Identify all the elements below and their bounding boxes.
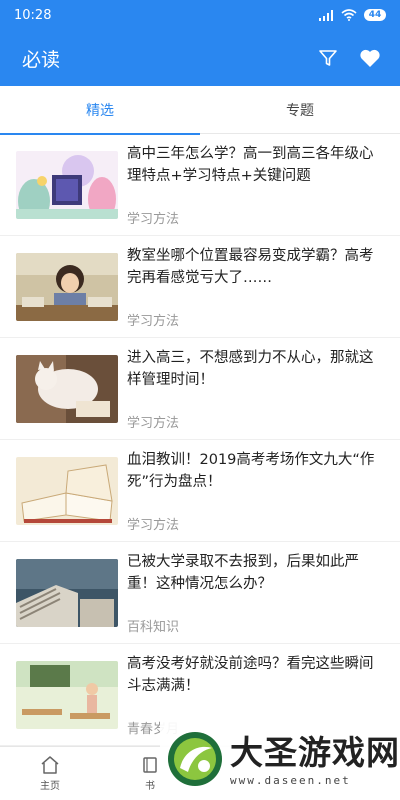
article-thumbnail bbox=[16, 660, 118, 729]
battery-indicator: 44 bbox=[364, 9, 386, 21]
watermark-text: 大圣游戏网 www.daseen.net bbox=[230, 732, 400, 787]
home-icon bbox=[41, 755, 59, 774]
article-category: 学习方法 bbox=[127, 211, 180, 227]
article-text: 进入高三，不想感到力不从心，那就这样管理时间！ 学习方法 bbox=[127, 347, 384, 431]
article-list: 高中三年怎么学？高一到高三各年级心理特点+学习特点+关键问题 学习方法 教室坐哪… bbox=[0, 134, 400, 746]
header-actions bbox=[316, 46, 382, 70]
list-item[interactable]: 已被大学录取不去报到，后果如此严重！这种情况怎么办？ 百科知识 bbox=[0, 542, 400, 644]
article-text: 高中三年怎么学？高一到高三各年级心理特点+学习特点+关键问题 学习方法 bbox=[127, 143, 384, 227]
list-item[interactable]: 进入高三，不想感到力不从心，那就这样管理时间！ 学习方法 bbox=[0, 338, 400, 440]
status-indicators: 44 bbox=[319, 9, 386, 21]
book-icon bbox=[143, 756, 157, 773]
tab-featured[interactable]: 精选 bbox=[0, 86, 200, 135]
article-title: 教室坐哪个位置最容易变成学霸？高考完再看感觉亏大了…… bbox=[127, 247, 374, 286]
article-title: 进入高三，不想感到力不从心，那就这样管理时间！ bbox=[127, 349, 374, 388]
filter-button[interactable] bbox=[316, 46, 340, 70]
app-header: 10:28 44 必读 bbox=[0, 0, 400, 86]
article-title: 血泪教训！2019高考考场作文九大“作死”行为盘点！ bbox=[127, 451, 375, 490]
list-item[interactable]: 高中三年怎么学？高一到高三各年级心理特点+学习特点+关键问题 学习方法 bbox=[0, 134, 400, 236]
status-bar: 10:28 44 bbox=[0, 0, 400, 30]
list-item[interactable]: 血泪教训！2019高考考场作文九大“作死”行为盘点！ 学习方法 bbox=[0, 440, 400, 542]
favorites-button[interactable] bbox=[358, 46, 382, 70]
article-thumbnail bbox=[16, 558, 118, 627]
article-category: 百科知识 bbox=[127, 619, 180, 635]
watermark-name: 大圣游戏网 bbox=[230, 732, 400, 772]
article-category: 学习方法 bbox=[127, 415, 180, 431]
tab-bar: 精选 专题 bbox=[0, 86, 400, 135]
article-text: 教室坐哪个位置最容易变成学霸？高考完再看感觉亏大了…… 学习方法 bbox=[127, 245, 384, 329]
article-title: 高考没考好就没前途吗？看完这些瞬间斗志满满！ bbox=[127, 655, 374, 694]
article-thumbnail bbox=[16, 150, 118, 219]
list-item[interactable]: 教室坐哪个位置最容易变成学霸？高考完再看感觉亏大了…… 学习方法 bbox=[0, 236, 400, 338]
article-category: 学习方法 bbox=[127, 517, 180, 533]
article-text: 血泪教训！2019高考考场作文九大“作死”行为盘点！ 学习方法 bbox=[127, 449, 384, 533]
signal-icon bbox=[319, 9, 333, 21]
site-logo-icon bbox=[168, 732, 222, 786]
article-thumbnail bbox=[16, 456, 118, 525]
article-text: 已被大学录取不去报到，后果如此严重！这种情况怎么办？ 百科知识 bbox=[127, 551, 384, 635]
article-category: 学习方法 bbox=[127, 313, 180, 329]
nav-label-home: 主页 bbox=[40, 780, 60, 792]
page-title: 必读 bbox=[22, 48, 61, 71]
filter-icon bbox=[319, 50, 337, 66]
watermark-url: www.daseen.net bbox=[230, 773, 351, 787]
wifi-icon bbox=[341, 9, 357, 21]
tab-topics[interactable]: 专题 bbox=[200, 86, 400, 134]
title-bar: 必读 bbox=[0, 30, 400, 86]
site-watermark: 大圣游戏网 www.daseen.net bbox=[160, 718, 400, 800]
article-title: 已被大学录取不去报到，后果如此严重！这种情况怎么办？ bbox=[127, 553, 359, 592]
article-thumbnail bbox=[16, 354, 118, 423]
article-title: 高中三年怎么学？高一到高三各年级心理特点+学习特点+关键问题 bbox=[127, 145, 374, 184]
nav-label-book: 书 bbox=[145, 780, 155, 792]
article-thumbnail bbox=[16, 252, 118, 321]
heart-icon bbox=[360, 49, 380, 67]
status-time: 10:28 bbox=[14, 7, 52, 23]
nav-item-home[interactable]: 主页 bbox=[0, 747, 100, 800]
